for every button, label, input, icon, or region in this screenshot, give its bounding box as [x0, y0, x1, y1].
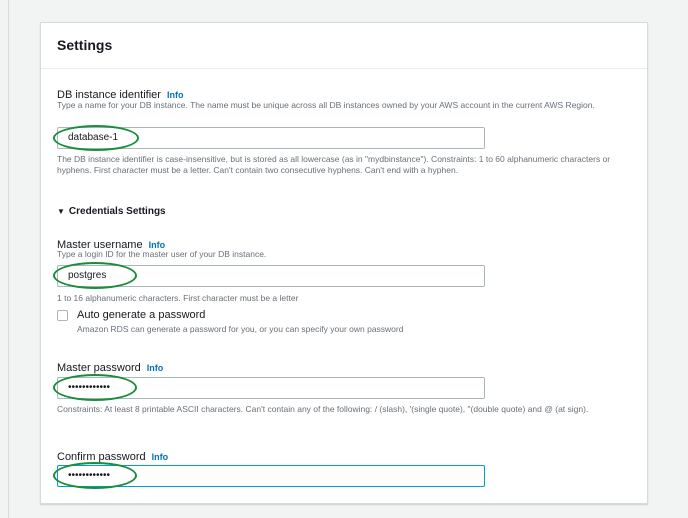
- db-identifier-constraints: The DB instance identifier is case-insen…: [57, 154, 611, 175]
- panel-title: Settings: [57, 37, 113, 53]
- settings-panel-header: Settings: [41, 23, 647, 69]
- master-password-constraints: Constraints: At least 8 printable ASCII …: [57, 404, 589, 414]
- auto-generate-description: Amazon RDS can generate a password for y…: [77, 324, 404, 334]
- master-password-label: Master password: [57, 362, 141, 374]
- master-username-input[interactable]: postgres: [57, 265, 485, 287]
- credentials-settings-toggle[interactable]: ▼ Credentials Settings: [57, 206, 166, 217]
- auto-generate-checkbox[interactable]: [57, 310, 68, 321]
- master-username-value: postgres: [68, 270, 107, 281]
- confirm-password-label-row: Confirm password Info: [57, 447, 168, 465]
- master-password-info-link[interactable]: Info: [147, 363, 164, 373]
- db-identifier-input[interactable]: database-1: [57, 127, 485, 149]
- confirm-password-input[interactable]: ••••••••••••: [57, 465, 485, 487]
- db-identifier-description: Type a name for your DB instance. The na…: [57, 100, 595, 110]
- db-identifier-info-link[interactable]: Info: [167, 90, 184, 100]
- auto-generate-label[interactable]: Auto generate a password: [77, 309, 205, 321]
- master-username-description: Type a login ID for the master user of y…: [57, 249, 267, 259]
- page-left-border: [8, 0, 9, 518]
- db-identifier-value: database-1: [68, 132, 119, 143]
- confirm-password-info-link[interactable]: Info: [152, 452, 169, 462]
- master-password-value: ••••••••••••: [68, 382, 111, 393]
- confirm-password-label: Confirm password: [57, 451, 146, 463]
- confirm-password-value: ••••••••••••: [68, 470, 111, 481]
- caret-down-icon: ▼: [57, 207, 65, 216]
- master-username-constraints: 1 to 16 alphanumeric characters. First c…: [57, 293, 299, 303]
- master-password-label-row: Master password Info: [57, 358, 163, 376]
- settings-panel: Settings DB instance identifier Info Type…: [40, 22, 648, 504]
- master-password-input[interactable]: ••••••••••••: [57, 377, 485, 399]
- credentials-settings-label: Credentials Settings: [68, 206, 166, 217]
